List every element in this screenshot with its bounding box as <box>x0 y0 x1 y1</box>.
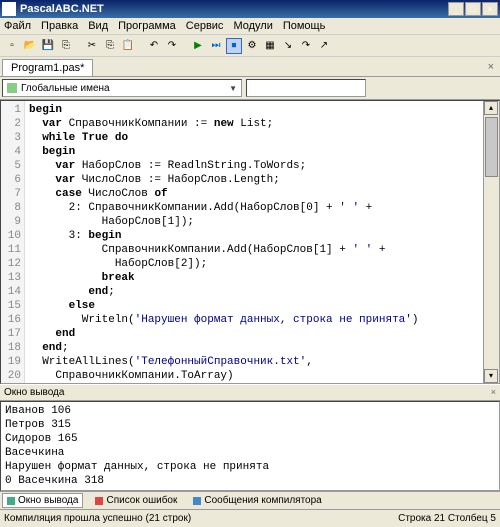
stepout-icon[interactable]: ↗ <box>316 38 332 54</box>
scroll-down-icon[interactable]: ▾ <box>484 369 498 383</box>
copy-icon[interactable]: ⎘ <box>102 38 118 54</box>
run-icon[interactable]: ▶ <box>190 38 206 54</box>
compile-icon[interactable]: ⚙ <box>244 38 260 54</box>
output-pane-title: Окно вывода × <box>0 384 500 401</box>
scope-label: Глобальные имена <box>21 83 110 94</box>
errors-tab-icon <box>95 497 103 505</box>
saveall-icon[interactable]: ⎘ <box>58 38 74 54</box>
menu-edit[interactable]: Правка <box>41 20 78 32</box>
tab-output[interactable]: Окно вывода <box>2 493 83 508</box>
line-gutter: 123456789101112131415161718192021 <box>1 101 25 383</box>
statusbar: Компиляция прошла успешно (21 строк) Стр… <box>0 509 500 527</box>
scroll-up-icon[interactable]: ▴ <box>484 101 498 115</box>
code-area[interactable]: begin var СправочникКомпании := new List… <box>25 101 483 383</box>
toolbar: ▫ 📂 💾 ⎘ ✂ ⎘ 📋 ↶ ↷ ▶ ⏭ ⏹ ⚙ ▦ ↘ ↷ ↗ <box>0 35 500 57</box>
undo-icon[interactable]: ↶ <box>146 38 162 54</box>
menubar: Файл Правка Вид Программа Сервис Модули … <box>0 18 500 35</box>
stop-icon[interactable]: ⏹ <box>226 38 242 54</box>
menu-file[interactable]: Файл <box>4 20 31 32</box>
redo-icon[interactable]: ↷ <box>164 38 180 54</box>
menu-program[interactable]: Программа <box>118 20 176 32</box>
member-dropdown[interactable] <box>246 79 366 97</box>
output-pane[interactable]: Иванов 106Петров 315Сидоров 165Васечкина… <box>0 401 500 491</box>
navigation-bar: Глобальные имена <box>0 77 500 100</box>
scroll-thumb[interactable] <box>485 117 498 177</box>
editor: 123456789101112131415161718192021 begin … <box>0 100 500 384</box>
tab-messages[interactable]: Сообщения компилятора <box>189 494 325 507</box>
tab-close-icon[interactable]: × <box>484 59 498 76</box>
messages-tab-icon <box>193 497 201 505</box>
tab-errors[interactable]: Список ошибок <box>91 494 181 507</box>
titlebar: PascalABC.NET _ □ × <box>0 0 500 18</box>
tab-program1[interactable]: Program1.pas* <box>2 59 93 76</box>
menu-service[interactable]: Сервис <box>186 20 224 32</box>
output-close-icon[interactable]: × <box>491 387 496 398</box>
menu-help[interactable]: Помощь <box>283 20 326 32</box>
tab-output-label: Окно вывода <box>18 495 78 506</box>
tab-label: Program1.pas* <box>11 62 84 74</box>
paste-icon[interactable]: 📋 <box>120 38 136 54</box>
app-icon <box>2 2 16 16</box>
maximize-button[interactable]: □ <box>465 2 481 16</box>
stepover-icon[interactable]: ↷ <box>298 38 314 54</box>
menu-view[interactable]: Вид <box>88 20 108 32</box>
minimize-button[interactable]: _ <box>448 2 464 16</box>
status-left: Компиляция прошла успешно (21 строк) <box>4 513 191 524</box>
document-tabs: Program1.pas* × <box>0 57 500 77</box>
scope-icon <box>7 83 17 93</box>
open-icon[interactable]: 📂 <box>22 38 38 54</box>
vertical-scrollbar[interactable]: ▴ ▾ <box>483 101 499 383</box>
scope-dropdown[interactable]: Глобальные имена <box>2 79 242 97</box>
new-icon[interactable]: ▫ <box>4 38 20 54</box>
output-title: Окно вывода <box>4 387 64 398</box>
cut-icon[interactable]: ✂ <box>84 38 100 54</box>
output-tab-icon <box>7 497 15 505</box>
tab-errors-label: Список ошибок <box>106 495 177 506</box>
tab-messages-label: Сообщения компилятора <box>204 495 321 506</box>
save-icon[interactable]: 💾 <box>40 38 56 54</box>
stepinto-icon[interactable]: ↘ <box>280 38 296 54</box>
build-icon[interactable]: ▦ <box>262 38 278 54</box>
bottom-tabs: Окно вывода Список ошибок Сообщения комп… <box>0 491 500 509</box>
window-title: PascalABC.NET <box>20 3 448 15</box>
close-button[interactable]: × <box>482 2 498 16</box>
menu-modules[interactable]: Модули <box>233 20 272 32</box>
status-position: Строка 21 Столбец 5 <box>398 513 496 524</box>
step-icon[interactable]: ⏭ <box>208 38 224 54</box>
